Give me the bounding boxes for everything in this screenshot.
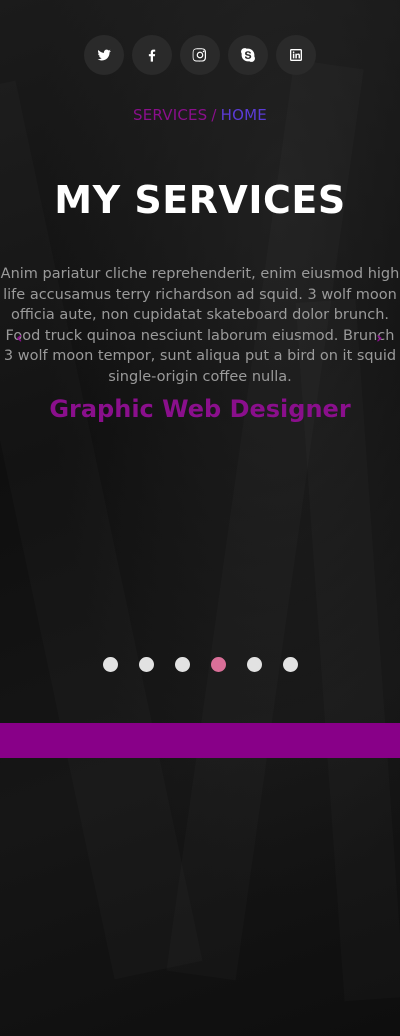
instagram-button[interactable] <box>180 35 220 75</box>
accent-bar <box>0 723 400 758</box>
carousel-dot[interactable] <box>102 657 118 672</box>
page: SERVICES / HOME MY SERVICES Anim pariatur … <box>0 0 400 1036</box>
twitter-icon <box>97 49 111 61</box>
linkedin-button[interactable] <box>276 35 316 75</box>
breadcrumb-home-link[interactable]: HOME <box>221 106 267 124</box>
carousel-dot[interactable] <box>174 657 190 672</box>
services-description: Anim pariatur cliche reprehenderit, enim… <box>0 266 400 385</box>
carousel-dot[interactable] <box>246 657 262 672</box>
instagram-icon <box>192 48 207 62</box>
facebook-icon <box>148 49 156 62</box>
prev-slide-arrow[interactable]: ‹ <box>16 330 23 346</box>
skype-button[interactable] <box>228 35 268 75</box>
social-links <box>0 35 400 75</box>
carousel-dots <box>0 657 400 672</box>
carousel-dot[interactable] <box>282 657 298 672</box>
twitter-button[interactable] <box>84 35 124 75</box>
carousel-dot[interactable] <box>138 657 154 672</box>
linkedin-icon <box>290 49 302 61</box>
next-slide-arrow[interactable]: › <box>376 330 383 346</box>
role-title: Graphic Web Designer <box>49 395 351 423</box>
skype-icon <box>241 48 255 62</box>
breadcrumb: SERVICES / HOME <box>0 106 400 124</box>
breadcrumb-separator: / <box>211 106 217 124</box>
facebook-button[interactable] <box>132 35 172 75</box>
carousel-dot-active[interactable] <box>210 657 226 672</box>
breadcrumb-current: SERVICES <box>133 106 208 124</box>
page-title: MY SERVICES <box>54 178 346 222</box>
